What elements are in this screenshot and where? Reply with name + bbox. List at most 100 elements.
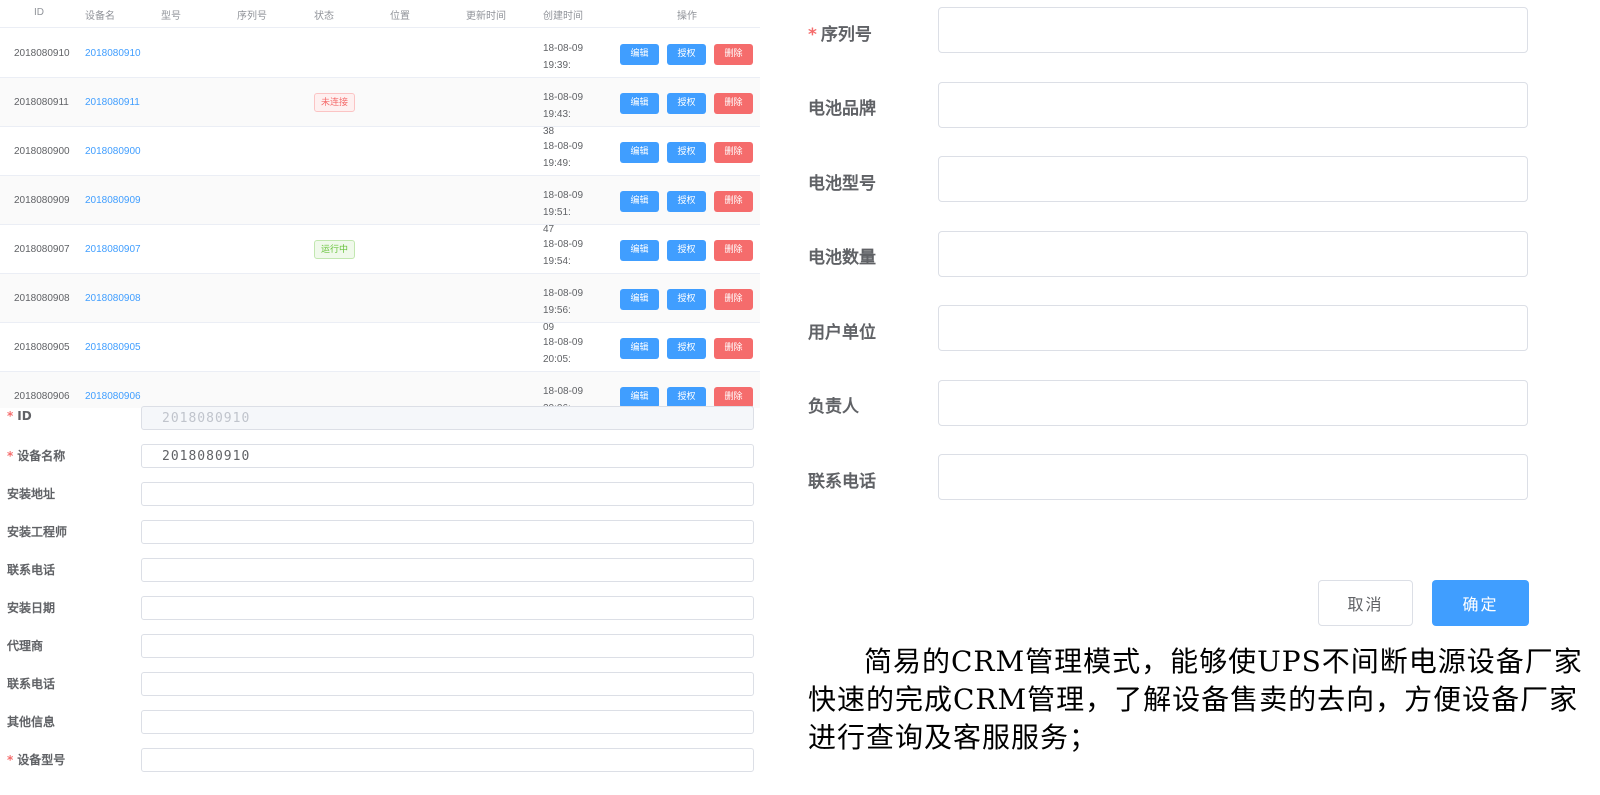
field-label: 电池品牌 <box>808 99 876 119</box>
field-label: 其他信息 <box>7 715 56 729</box>
field-label: 用户单位 <box>808 323 876 343</box>
device-name-field[interactable] <box>141 444 754 468</box>
agent-field[interactable] <box>141 634 754 658</box>
form-row-install-engineer: 安装工程师 <box>0 520 760 544</box>
row-id: 2018080910 <box>14 48 70 59</box>
row-id: 2018080911 <box>14 97 69 108</box>
row-name-link[interactable]: 2018080910 <box>85 48 141 59</box>
header-location: 位置 <box>390 11 410 22</box>
delete-button[interactable]: 删除 <box>714 289 753 310</box>
authorize-button[interactable]: 授权 <box>667 142 706 163</box>
delete-button[interactable]: 删除 <box>714 142 753 163</box>
field-label: 安装地址 <box>7 487 56 501</box>
row-name-link[interactable]: 2018080905 <box>85 342 141 353</box>
battery-model-field[interactable] <box>938 156 1528 202</box>
authorize-button[interactable]: 授权 <box>667 240 706 261</box>
form-row-agent: 代理商 <box>0 634 760 658</box>
delete-button[interactable]: 删除 <box>714 387 753 408</box>
serial-number-field[interactable] <box>938 7 1528 53</box>
form-row-device-name: * 设备名称 <box>0 444 760 468</box>
row-name-link[interactable]: 2018080911 <box>85 97 140 108</box>
user-unit-field[interactable] <box>938 305 1528 351</box>
authorize-button[interactable]: 授权 <box>667 338 706 359</box>
table-row: 2018080905 2018080905 18-08-09 20:05:38 … <box>0 323 760 382</box>
delete-button[interactable]: 删除 <box>714 240 753 261</box>
status-badge: 未连接 <box>314 93 356 112</box>
field-label: * 序列号 <box>808 25 872 45</box>
table-header: ID 设备名 型号 序列号 状态 位置 更新时间 创建时间 操作 <box>0 0 760 28</box>
field-label: * 设备型号 <box>7 753 66 767</box>
row-id: 2018080905 <box>14 342 70 353</box>
edit-button[interactable]: 编辑 <box>620 44 659 65</box>
field-label: 联系电话 <box>808 472 876 492</box>
authorize-button[interactable]: 授权 <box>667 93 706 114</box>
field-label: 安装日期 <box>7 601 56 615</box>
battery-info-form: * 序列号 电池品牌 电池型号 电池数量 用户单位 负责人 联系电话 取消 确定 <box>790 0 1600 640</box>
contact-phone-field[interactable] <box>938 454 1528 500</box>
required-mark: * <box>7 753 14 767</box>
id-field <box>141 406 754 430</box>
device-model-field[interactable] <box>141 748 754 772</box>
field-label: 联系电话 <box>7 677 56 691</box>
field-label: * ID <box>7 409 32 423</box>
row-id: 2018080908 <box>14 293 70 304</box>
required-mark: * <box>808 25 817 45</box>
header-created: 创建时间 <box>543 11 583 22</box>
table-row: 2018080908 2018080908 18-08-09 19:56: 09 … <box>0 274 760 333</box>
confirm-button[interactable]: 确定 <box>1432 580 1529 626</box>
header-name: 设备名 <box>85 11 115 22</box>
row-name-link[interactable]: 2018080900 <box>85 146 141 157</box>
field-label: 代理商 <box>7 639 44 653</box>
status-badge: 运行中 <box>314 240 356 259</box>
row-id: 2018080900 <box>14 146 70 157</box>
engineer-phone-field[interactable] <box>141 558 754 582</box>
row-name-link[interactable]: 2018080907 <box>85 244 141 255</box>
device-edit-form: *ID *设备名称 安装地址 安装工程师 联系电话 安装日期 代理商 联系电话 … <box>0 406 760 795</box>
agent-phone-field[interactable] <box>141 672 754 696</box>
authorize-button[interactable]: 授权 <box>667 44 706 65</box>
edit-button[interactable]: 编辑 <box>620 93 659 114</box>
row-id: 2018080906 <box>14 391 70 402</box>
field-label: 电池数量 <box>808 248 876 268</box>
header-updated: 更新时间 <box>466 11 506 22</box>
row-name-link[interactable]: 2018080908 <box>85 293 141 304</box>
authorize-button[interactable]: 授权 <box>667 289 706 310</box>
battery-brand-field[interactable] <box>938 82 1528 128</box>
install-address-field[interactable] <box>141 482 754 506</box>
header-actions: 操作 <box>677 11 697 22</box>
form-row-id: * ID <box>0 406 760 430</box>
row-name-link[interactable]: 2018080909 <box>85 195 141 206</box>
edit-button[interactable]: 编辑 <box>620 142 659 163</box>
delete-button[interactable]: 删除 <box>714 44 753 65</box>
edit-button[interactable]: 编辑 <box>620 191 659 212</box>
delete-button[interactable]: 删除 <box>714 93 753 114</box>
form-row-device-model: * 设备型号 <box>0 748 760 772</box>
edit-button[interactable]: 编辑 <box>620 289 659 310</box>
cancel-button[interactable]: 取消 <box>1318 580 1413 626</box>
delete-button[interactable]: 删除 <box>714 338 753 359</box>
edit-button[interactable]: 编辑 <box>620 387 659 408</box>
table-row: 2018080909 2018080909 18-08-09 19:51: 47 … <box>0 176 760 235</box>
table-row: 2018080900 2018080900 18-08-09 19:49:49 … <box>0 127 760 186</box>
person-in-charge-field[interactable] <box>938 380 1528 426</box>
edit-button[interactable]: 编辑 <box>620 338 659 359</box>
install-engineer-field[interactable] <box>141 520 754 544</box>
table-row: 2018080906 2018080906 18-08-09 20:06:44 … <box>0 372 760 410</box>
install-date-field[interactable] <box>141 596 754 620</box>
table-row: 2018080907 2018080907 运行中 18-08-09 19:54… <box>0 225 760 284</box>
row-id: 2018080909 <box>14 195 70 206</box>
authorize-button[interactable]: 授权 <box>667 191 706 212</box>
authorize-button[interactable]: 授权 <box>667 387 706 408</box>
header-model: 型号 <box>161 11 181 22</box>
table-row: 2018080910 2018080910 18-08-09 19:39:57 … <box>0 29 760 88</box>
row-name-link[interactable]: 2018080906 <box>85 391 141 402</box>
other-info-field[interactable] <box>141 710 754 734</box>
field-label: 安装工程师 <box>7 525 68 539</box>
form-row-install-address: 安装地址 <box>0 482 760 506</box>
edit-button[interactable]: 编辑 <box>620 240 659 261</box>
header-serial: 序列号 <box>237 11 267 22</box>
battery-count-field[interactable] <box>938 231 1528 277</box>
required-mark: * <box>7 409 14 423</box>
required-mark: * <box>7 449 14 463</box>
delete-button[interactable]: 删除 <box>714 191 753 212</box>
